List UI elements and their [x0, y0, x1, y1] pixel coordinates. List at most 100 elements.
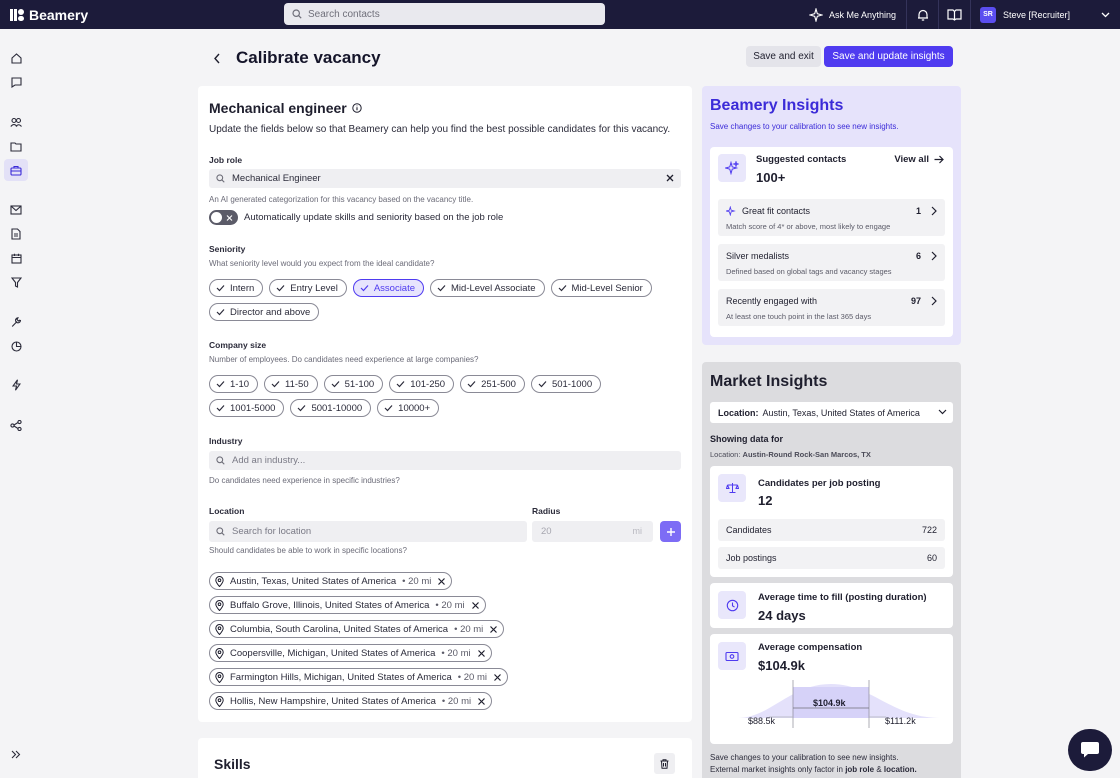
user-menu[interactable]: SR Steve [Recruiter]: [970, 0, 1120, 29]
arrow-right-icon: [934, 155, 944, 164]
market-title: Market Insights: [710, 373, 828, 390]
nav-pools[interactable]: [4, 135, 28, 157]
nav-calendar[interactable]: [4, 247, 28, 269]
nav-vacancies[interactable]: [4, 159, 28, 181]
insights-title: Beamery Insights: [710, 97, 844, 114]
remove-location-icon[interactable]: [477, 697, 486, 706]
delete-skills-button[interactable]: [654, 753, 675, 774]
back-button[interactable]: [210, 50, 224, 66]
nav-conversations[interactable]: [4, 71, 28, 93]
market-location-key: Location:: [718, 407, 759, 418]
chevron-down-icon: [938, 409, 947, 415]
remove-location-icon[interactable]: [489, 625, 498, 634]
company-size-chip[interactable]: 1-10: [209, 375, 259, 393]
seniority-chip[interactable]: Mid-Level Associate: [430, 279, 545, 297]
help-docs-button[interactable]: [938, 0, 970, 29]
view-all-label: View all: [894, 154, 929, 165]
job-postings-row: Job postings 60: [718, 547, 945, 569]
note-amp: &: [876, 765, 882, 774]
remove-location-icon[interactable]: [477, 649, 486, 658]
nav-tools[interactable]: [4, 311, 28, 333]
user-name: Steve [Recruiter]: [1003, 9, 1071, 20]
save-and-exit-button[interactable]: Save and exit: [746, 46, 821, 67]
save-and-update-insights-button[interactable]: Save and update insights: [824, 46, 953, 67]
nav-documents[interactable]: [4, 223, 28, 245]
vacancy-title: Mechanical engineer: [209, 100, 362, 116]
seniority-chip[interactable]: Mid-Level Senior: [550, 279, 652, 297]
market-insights-panel: Market Insights Location: Austin, Texas,…: [702, 362, 961, 778]
company-size-chip[interactable]: 501-1000: [530, 375, 602, 393]
great-fit-row[interactable]: Great fit contacts 1 Match score of 4* o…: [718, 199, 945, 236]
candidates-label: Candidates: [726, 525, 772, 535]
radius-input[interactable]: 20 mi: [532, 521, 653, 542]
ask-me-anything-button[interactable]: Ask Me Anything: [808, 7, 906, 22]
company-size-chip[interactable]: 251-500: [460, 375, 525, 393]
trash-icon: [660, 758, 669, 769]
company-size-chip[interactable]: 10000+: [377, 399, 440, 417]
location-name: Coopersville, Michigan, United States of…: [230, 647, 436, 659]
notifications-button[interactable]: [906, 0, 938, 29]
remove-location-icon[interactable]: [471, 601, 480, 610]
auto-update-toggle[interactable]: [209, 210, 238, 225]
seniority-chip[interactable]: Intern: [209, 279, 264, 297]
chip-label: 501-1000: [551, 378, 593, 390]
company-size-chip[interactable]: 101-250: [389, 375, 455, 393]
nav-filters[interactable]: [4, 271, 28, 293]
avatar: SR: [980, 6, 996, 23]
brand-name: Beamery: [29, 6, 89, 23]
market-location-select[interactable]: Location: Austin, Texas, United States o…: [710, 402, 953, 423]
info-icon[interactable]: [352, 103, 362, 113]
job-role-field[interactable]: Mechanical Engineer: [209, 169, 681, 188]
company-size-chip[interactable]: 11-50: [264, 375, 318, 393]
skills-card: Skills: [198, 738, 692, 778]
comp-high-label: $111.2k: [885, 716, 916, 726]
chevron-right-icon: [931, 296, 937, 306]
radius-label: Radius: [532, 506, 561, 516]
beamery-logo[interactable]: Beamery: [10, 7, 88, 23]
clear-icon[interactable]: [665, 173, 675, 183]
chip-label: Associate: [373, 282, 416, 294]
silver-medalists-row[interactable]: Silver medalists 6 Defined based on glob…: [718, 244, 945, 281]
nav-automations[interactable]: [4, 374, 28, 396]
scale-icon-box: [718, 474, 746, 502]
chip-label: 251-500: [481, 378, 516, 390]
nav-analytics[interactable]: [4, 335, 28, 357]
mail-icon: [10, 205, 22, 215]
chip-label: 51-100: [344, 378, 375, 390]
chat-support-button[interactable]: [1068, 729, 1112, 771]
remove-location-icon[interactable]: [437, 577, 446, 586]
candidates-per-posting-card: Candidates per job posting 12 Candidates…: [710, 466, 953, 577]
job-postings-label: Job postings: [726, 553, 777, 563]
location-placeholder: Search for location: [232, 526, 312, 537]
industry-input[interactable]: Add an industry...: [209, 451, 681, 470]
compensation-distribution-chart: [738, 680, 940, 728]
great-fit-count: 1: [915, 206, 921, 216]
nav-home[interactable]: [4, 47, 28, 69]
nav-integrations[interactable]: [4, 414, 28, 436]
company-size-chip[interactable]: 51-100: [323, 375, 384, 393]
candidates-value: 722: [921, 525, 937, 535]
nav-messages[interactable]: [4, 199, 28, 221]
skills-title: Skills: [214, 756, 251, 772]
market-note-line1: Save changes to your calibration to see …: [710, 753, 899, 762]
job-role-value: Mechanical Engineer: [232, 173, 321, 184]
nav-contacts[interactable]: [4, 111, 28, 133]
seniority-chip[interactable]: Associate: [352, 279, 425, 297]
company-size-chip[interactable]: 5001-10000: [290, 399, 372, 417]
chip-label: 5001-10000: [311, 402, 363, 414]
nav-expand-button[interactable]: [4, 743, 28, 765]
seniority-chip[interactable]: Director and above: [209, 303, 320, 321]
seniority-chip[interactable]: Entry Level: [269, 279, 347, 297]
check-icon: [216, 285, 225, 292]
search-input[interactable]: Search contacts: [284, 3, 605, 25]
company-size-chip[interactable]: 1001-5000: [209, 399, 285, 417]
recently-engaged-row[interactable]: Recently engaged with 97 At least one to…: [718, 289, 945, 326]
view-all-link[interactable]: View all: [894, 154, 944, 165]
plus-icon: [666, 527, 675, 536]
lightning-icon: [11, 379, 21, 391]
location-distance-value: 20 mi: [447, 695, 472, 707]
add-location-button[interactable]: [660, 521, 681, 542]
location-distance-value: 20 mi: [408, 575, 432, 587]
location-input[interactable]: Search for location: [209, 521, 527, 542]
remove-location-icon[interactable]: [493, 673, 502, 682]
